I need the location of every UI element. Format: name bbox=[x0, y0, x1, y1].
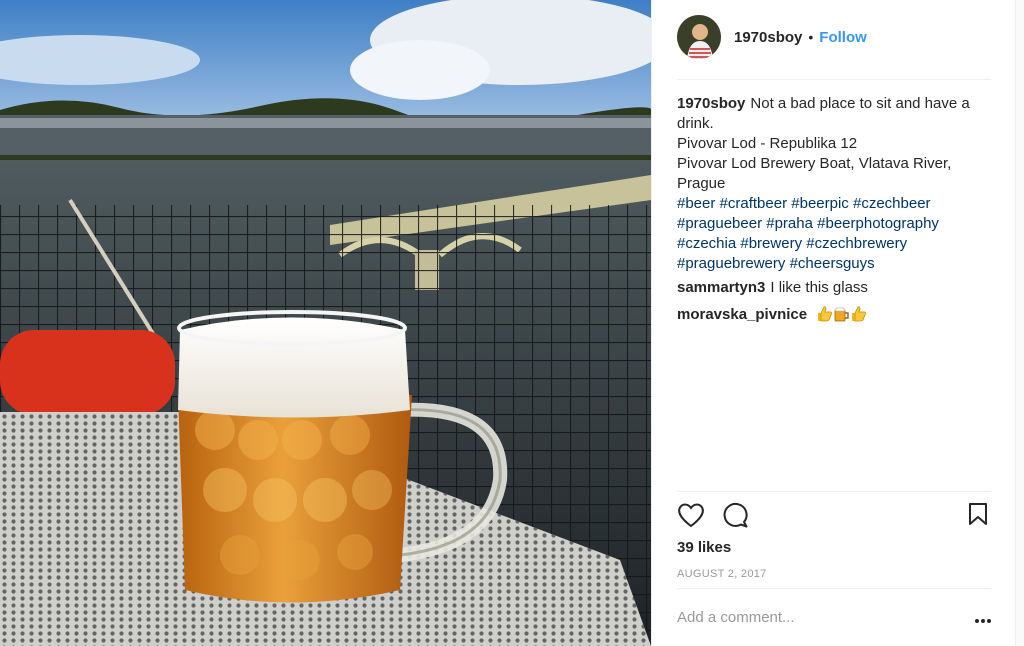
post-caption: 1970sboy Not a bad place to sit and have … bbox=[677, 94, 982, 274]
post-detail-panel: 1970sboy • Follow 1970sboy Not a bad plac… bbox=[651, 0, 1024, 646]
hashtag-link[interactable]: #cheersguys bbox=[790, 255, 875, 272]
hashtag-link[interactable]: #brewery bbox=[740, 235, 802, 252]
post-actions bbox=[677, 502, 991, 530]
likes-count[interactable]: 39 likes bbox=[677, 539, 731, 556]
header-divider bbox=[677, 79, 991, 80]
caption-line: Pivovar Lod - Republika 12 bbox=[677, 135, 858, 152]
post-username[interactable]: 1970sboy bbox=[734, 29, 802, 46]
hashtag-link[interactable]: #czechbeer bbox=[853, 195, 931, 212]
comment-item: sammartyn3 I like this glass bbox=[677, 278, 987, 298]
separator-dot: • bbox=[808, 29, 814, 45]
caption-username[interactable]: 1970sboy bbox=[677, 95, 745, 112]
beer-photo-image bbox=[0, 0, 651, 646]
hashtag-link[interactable]: #craftbeer bbox=[720, 195, 788, 212]
comment-username[interactable]: moravska_pivnice bbox=[677, 306, 807, 323]
actions-divider bbox=[677, 491, 991, 492]
add-comment-input[interactable]: Add a comment... bbox=[677, 609, 795, 626]
comment-item: moravska_pivnice bbox=[677, 305, 987, 328]
comment-username[interactable]: sammartyn3 bbox=[677, 279, 765, 296]
beer-mug-emoji-icon bbox=[833, 305, 850, 328]
hashtag-link[interactable]: #beerphotography bbox=[817, 215, 939, 232]
avatar[interactable] bbox=[677, 15, 721, 59]
post-header: 1970sboy • Follow bbox=[677, 14, 867, 60]
comment-bubble-icon[interactable] bbox=[722, 502, 749, 534]
follow-button[interactable]: Follow bbox=[819, 29, 867, 46]
comment-divider bbox=[677, 588, 991, 589]
hashtag-link[interactable]: #praha bbox=[766, 215, 813, 232]
thumbs-up-emoji-icon bbox=[850, 305, 867, 328]
comment-text: I like this glass bbox=[770, 279, 868, 296]
post-photo[interactable] bbox=[0, 0, 651, 646]
post-date[interactable]: AUGUST 2, 2017 bbox=[677, 568, 767, 580]
heart-icon[interactable] bbox=[677, 502, 705, 533]
caption-line: Pivovar Lod Brewery Boat, Vlatava River,… bbox=[677, 155, 952, 192]
hashtag-link[interactable]: #czechbrewery bbox=[806, 235, 907, 252]
panel-edge bbox=[1015, 0, 1024, 646]
hashtag-link[interactable]: #praguebeer bbox=[677, 215, 762, 232]
hashtag-link[interactable]: #beer bbox=[677, 195, 715, 212]
hashtag-link[interactable]: #praguebrewery bbox=[677, 255, 785, 272]
hashtag-link[interactable]: #czechia bbox=[677, 235, 736, 252]
thumbs-up-emoji-icon bbox=[816, 305, 833, 328]
more-options-icon[interactable] bbox=[974, 611, 992, 629]
hashtag-link[interactable]: #beerpic bbox=[791, 195, 849, 212]
hashtag-list: #beer #craftbeer #beerpic #czechbeer #pr… bbox=[677, 194, 982, 274]
bookmark-icon[interactable] bbox=[968, 502, 988, 531]
